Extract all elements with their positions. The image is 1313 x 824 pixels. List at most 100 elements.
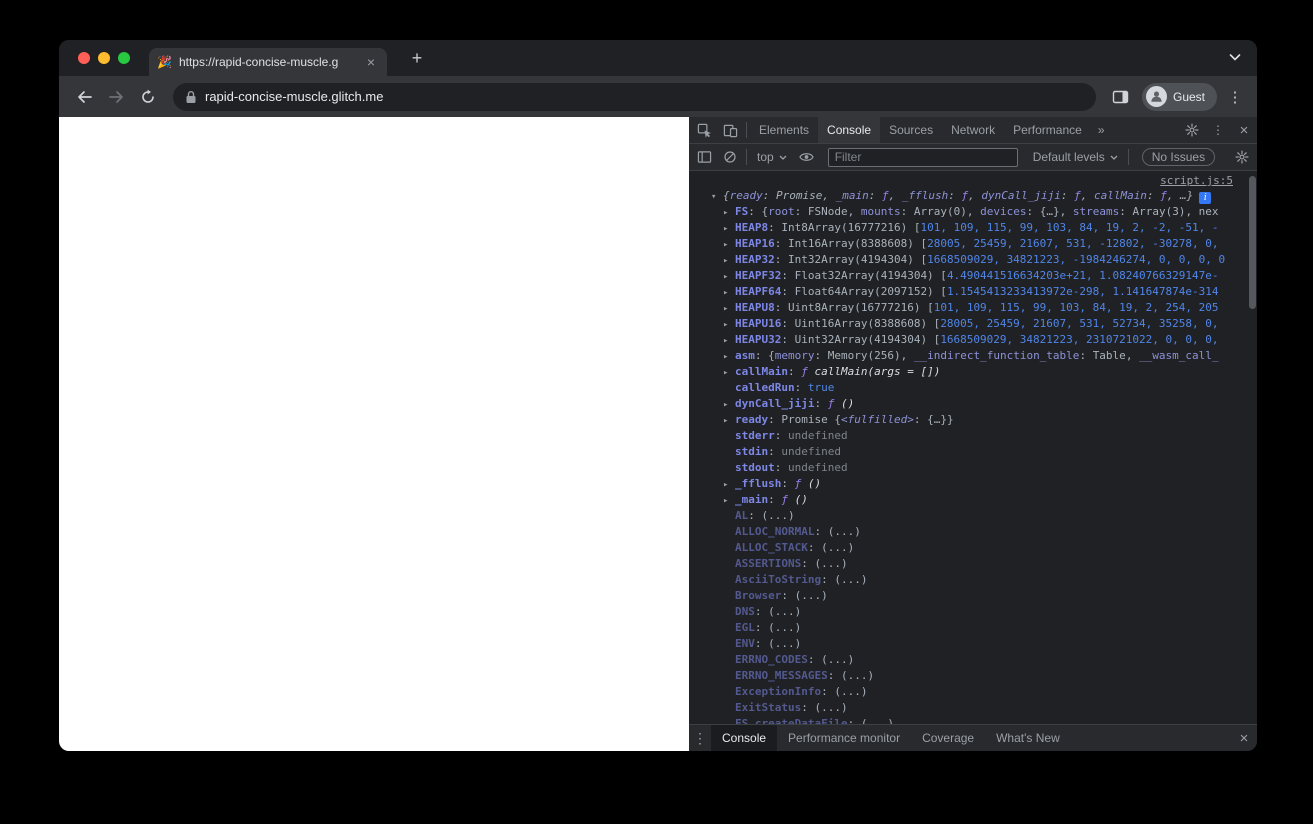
expand-icon[interactable]: ▸ <box>723 237 735 252</box>
expand-icon[interactable]: ▸ <box>723 205 735 220</box>
device-toolbar-icon[interactable] <box>717 117 743 143</box>
punctuation: : <box>847 717 861 724</box>
more-tabs-icon[interactable]: » <box>1091 123 1112 137</box>
console-scrollbar[interactable] <box>1249 176 1256 309</box>
devtools-close-icon[interactable]: × <box>1231 117 1257 143</box>
invoke-getter[interactable]: (...) <box>814 557 847 570</box>
expand-icon[interactable]: ▸ <box>723 477 735 492</box>
console-line: ExceptionInfo: (...) <box>689 684 1247 700</box>
drawer-tab-performance-monitor[interactable]: Performance monitor <box>777 725 911 751</box>
console-sidebar-icon[interactable] <box>691 144 717 170</box>
preview-property-name: streams <box>1072 205 1120 218</box>
invoke-getter[interactable]: (...) <box>768 605 801 618</box>
punctuation: , <box>1125 349 1140 362</box>
invoke-getter[interactable]: (...) <box>834 685 867 698</box>
punctuation: : <box>1026 205 1040 218</box>
browser-tab[interactable]: 🎉 https://rapid-concise-muscle.g × <box>149 48 387 76</box>
live-expression-eye-icon[interactable] <box>794 144 820 170</box>
lock-icon[interactable] <box>185 90 197 104</box>
punctuation: [ <box>913 253 928 266</box>
function-signature: callMain(args = []) <box>814 365 941 378</box>
zoom-window-button[interactable] <box>118 52 130 64</box>
browser-window: 🎉 https://rapid-concise-muscle.g × + rap… <box>59 40 1257 751</box>
number-values: 101, 109, 115, 99, 103, 84, 19, 2, 254, … <box>933 301 1219 314</box>
log-levels-dropdown[interactable]: Default levels <box>1026 150 1125 164</box>
evaluated-value-info-badge[interactable]: i <box>1199 192 1212 204</box>
object-class: Float64Array(2097152) <box>794 285 934 298</box>
property-name: ERRNO_MESSAGES <box>735 669 828 682</box>
invoke-getter[interactable]: (...) <box>841 669 874 682</box>
drawer-tab-whats-new[interactable]: What's New <box>985 725 1071 751</box>
property-name: ENV <box>735 637 755 650</box>
property-name: Browser <box>735 589 782 602</box>
new-tab-button[interactable]: + <box>405 47 429 71</box>
invoke-getter[interactable]: (...) <box>834 573 867 586</box>
expand-icon[interactable]: ▸ <box>723 253 735 268</box>
property-name: EGL <box>735 621 755 634</box>
expand-icon[interactable]: ▸ <box>723 333 735 348</box>
expand-icon[interactable]: ▸ <box>723 365 735 380</box>
punctuation: , <box>966 205 981 218</box>
invoke-getter[interactable]: (...) <box>821 653 854 666</box>
property-name: HEAPF32 <box>735 269 782 282</box>
invoke-getter[interactable]: (...) <box>861 717 894 724</box>
profile-chip[interactable]: Guest <box>1141 82 1217 111</box>
expand-icon[interactable]: ▸ <box>723 349 735 364</box>
drawer-tab-console[interactable]: Console <box>711 725 778 751</box>
console-line: ▸ FS: {root: FSNode, mounts: Array(0), de… <box>689 204 1247 220</box>
tab-performance[interactable]: Performance <box>1004 117 1091 143</box>
object-class: Memory(256) <box>827 349 901 362</box>
filter-input[interactable] <box>827 147 1018 167</box>
console-settings-gear-icon[interactable] <box>1229 144 1255 170</box>
context-selector[interactable]: top <box>750 150 794 164</box>
invoke-getter[interactable]: (...) <box>795 589 828 602</box>
tab-search-chevron-icon[interactable] <box>1229 54 1241 61</box>
issues-counter[interactable]: No Issues <box>1141 148 1216 166</box>
invoke-getter[interactable]: (...) <box>821 541 854 554</box>
invoke-getter[interactable]: (...) <box>762 509 795 522</box>
side-panel-icon[interactable] <box>1106 82 1136 112</box>
console-line: ▸ HEAPF64: Float64Array(2097152) [1.15454… <box>689 284 1247 300</box>
expand-icon[interactable]: ▸ <box>723 493 735 508</box>
tab-network[interactable]: Network <box>942 117 1004 143</box>
source-link[interactable]: script.js:5 <box>1160 174 1233 187</box>
forward-button[interactable] <box>101 82 131 112</box>
expand-icon[interactable]: ▸ <box>723 397 735 412</box>
invoke-getter[interactable]: (...) <box>828 525 861 538</box>
collapse-icon[interactable]: ▾ <box>711 189 723 204</box>
invoke-getter[interactable]: (...) <box>768 621 801 634</box>
expand-icon[interactable]: ▸ <box>723 221 735 236</box>
browser-menu-icon[interactable]: ⋮ <box>1223 82 1247 112</box>
tab-elements[interactable]: Elements <box>750 117 818 143</box>
tab-close-icon[interactable]: × <box>363 54 379 70</box>
minimize-window-button[interactable] <box>98 52 110 64</box>
address-bar[interactable]: rapid-concise-muscle.glitch.me <box>173 82 1096 111</box>
reload-button[interactable] <box>133 82 163 112</box>
tab-console[interactable]: Console <box>818 117 881 143</box>
drawer-menu-icon[interactable]: ⋮ <box>689 730 711 747</box>
undefined-value: undefined <box>788 429 848 442</box>
expand-icon[interactable]: ▸ <box>723 317 735 332</box>
preview-property-name: dynCall_jiji <box>981 189 1061 202</box>
devtools-menu-icon[interactable]: ⋮ <box>1205 117 1231 143</box>
invoke-getter[interactable]: (...) <box>814 701 847 714</box>
expand-icon[interactable]: ▸ <box>723 413 735 428</box>
back-button[interactable] <box>69 82 99 112</box>
console-line: ALLOC_STACK: (...) <box>689 540 1247 556</box>
punctuation: { <box>827 413 841 426</box>
drawer-tab-coverage[interactable]: Coverage <box>911 725 985 751</box>
devtools-settings-gear-icon[interactable] <box>1179 117 1205 143</box>
tab-sources[interactable]: Sources <box>880 117 942 143</box>
inspect-element-icon[interactable] <box>691 117 717 143</box>
number-values: 101, 109, 115, 99, 103, 84, 19, 2, -2, -… <box>920 221 1219 234</box>
object-class: Promise <box>776 189 823 202</box>
invoke-getter[interactable]: (...) <box>768 637 801 650</box>
expand-icon[interactable]: ▸ <box>723 285 735 300</box>
close-window-button[interactable] <box>78 52 90 64</box>
clear-console-icon[interactable] <box>717 144 743 170</box>
drawer-close-icon[interactable]: × <box>1231 725 1257 751</box>
function-glyph: ƒ <box>1160 189 1167 202</box>
expand-icon[interactable]: ▸ <box>723 269 735 284</box>
punctuation: : <box>821 685 835 698</box>
expand-icon[interactable]: ▸ <box>723 301 735 316</box>
